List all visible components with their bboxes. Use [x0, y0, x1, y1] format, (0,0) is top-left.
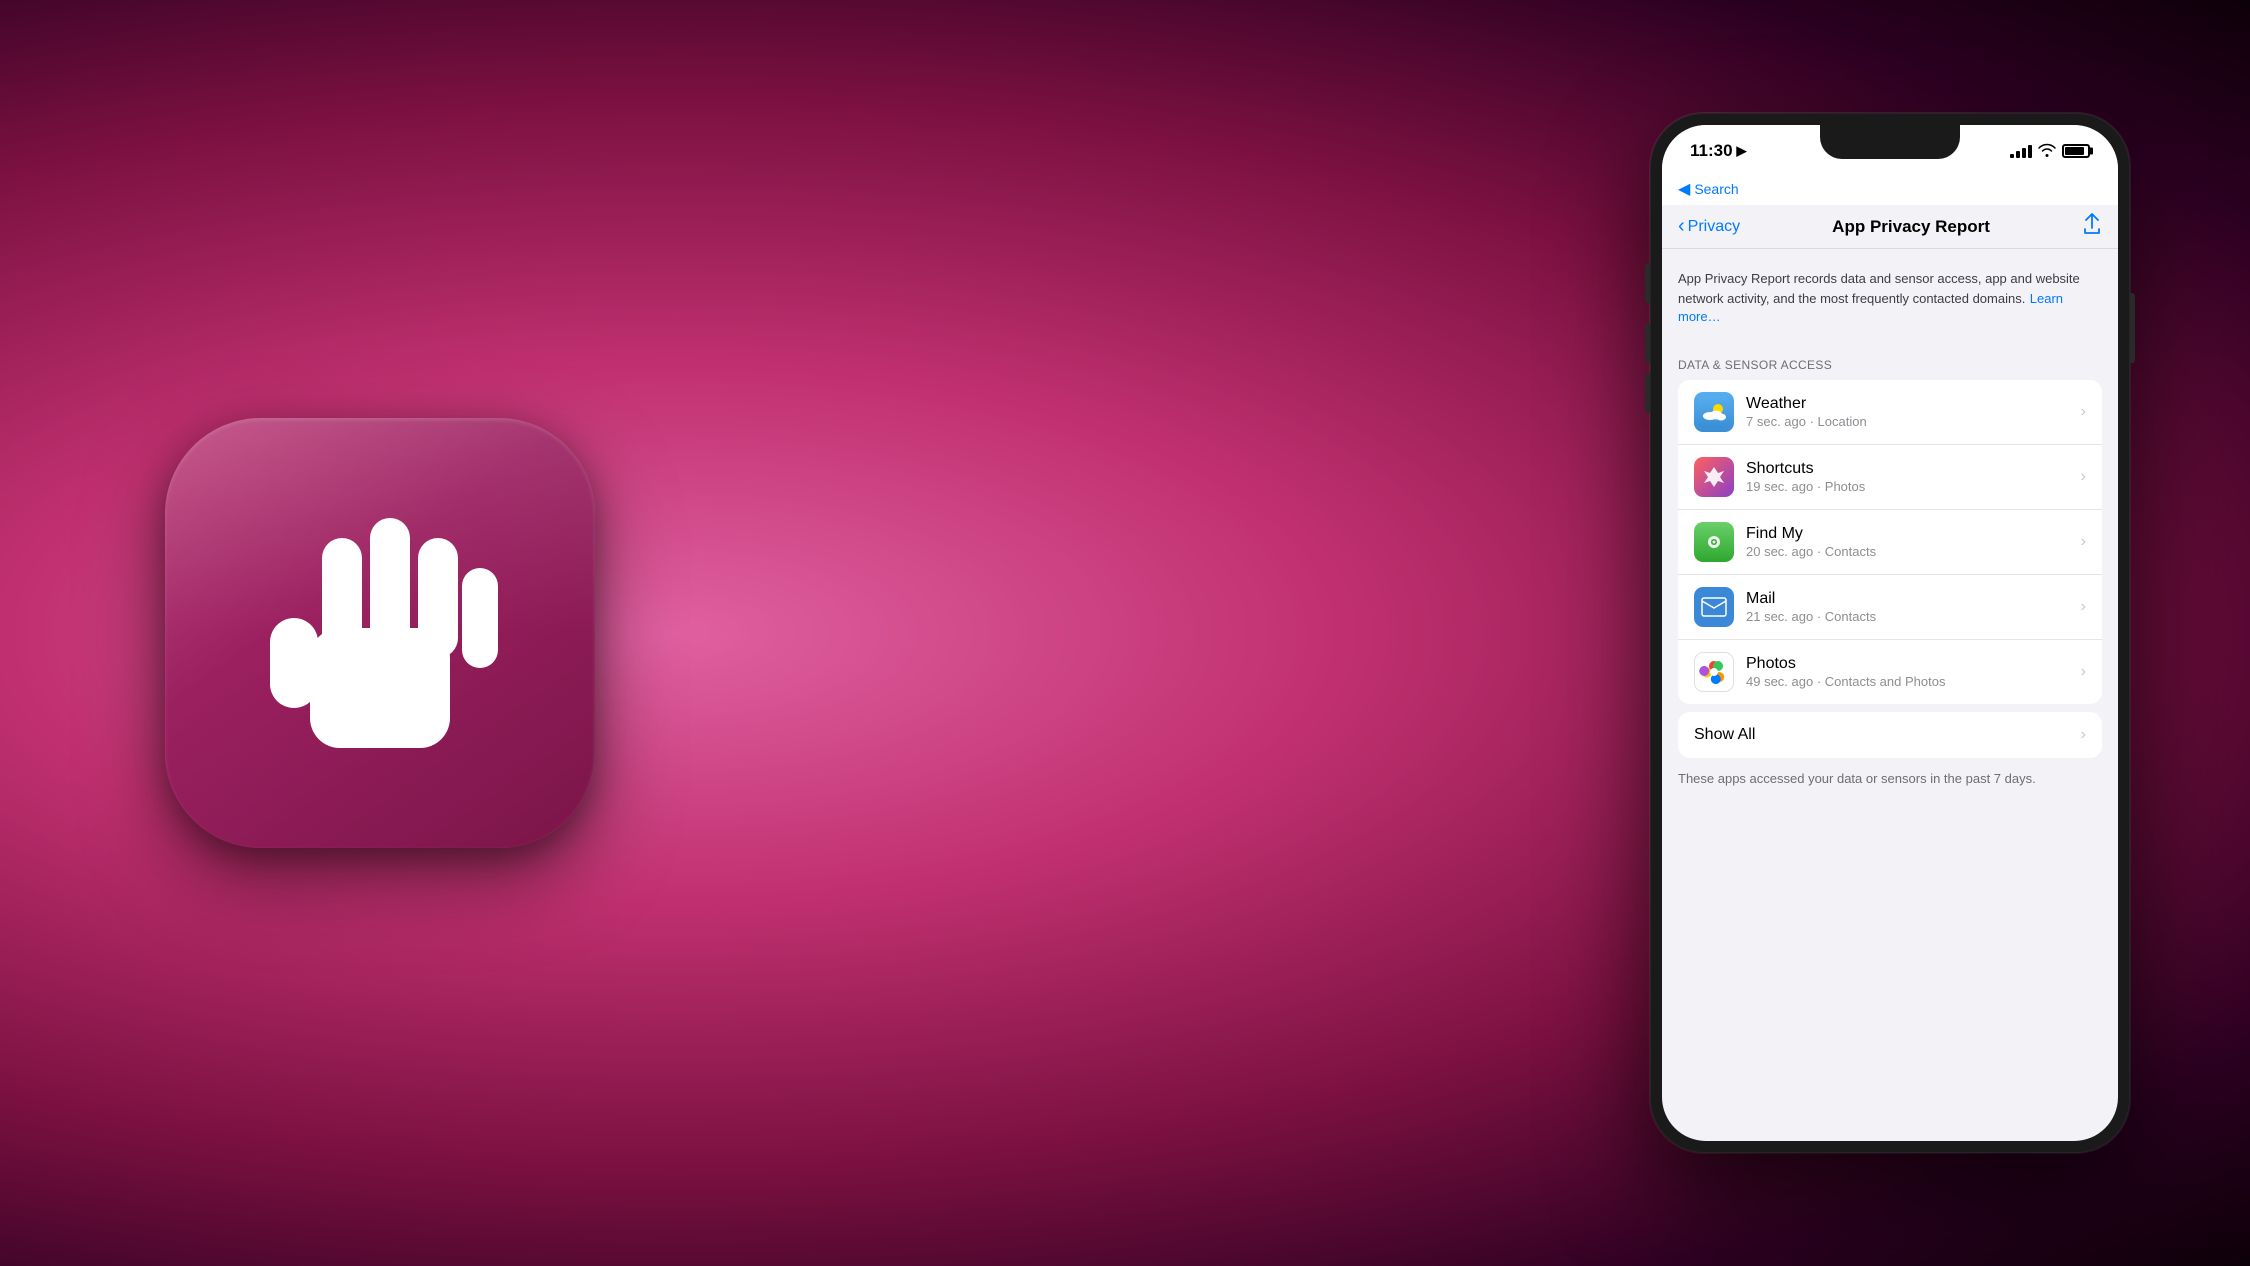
- item-detail: 19 sec. ago · Photos: [1746, 479, 2081, 494]
- list-item[interactable]: Shortcuts 19 sec. ago · Photos ›: [1678, 445, 2102, 510]
- shortcuts-icon: [1700, 463, 1728, 491]
- item-detail: 20 sec. ago · Contacts: [1746, 544, 2081, 559]
- battery-icon: [2062, 144, 2090, 158]
- list-item[interactable]: Photos 49 sec. ago · Contacts and Photos…: [1678, 640, 2102, 704]
- content-area: App Privacy Report records data and sens…: [1662, 249, 2118, 800]
- signal-bars-icon: [2010, 144, 2032, 158]
- footer-text: These apps accessed your data or sensors…: [1662, 758, 2118, 800]
- findmy-icon: [1700, 528, 1728, 556]
- item-detail: 49 sec. ago · Contacts and Photos: [1746, 674, 2081, 689]
- back-arrow-icon: ◀: [1678, 179, 1690, 199]
- back-chevron-icon: ‹: [1678, 215, 1685, 238]
- item-name: Weather: [1746, 395, 2081, 413]
- weather-icon: [1698, 396, 1730, 428]
- share-icon: [2082, 213, 2102, 235]
- hand-icon: [250, 488, 510, 778]
- item-info: Photos 49 sec. ago · Contacts and Photos: [1746, 655, 2081, 689]
- chevron-icon: ›: [2081, 468, 2086, 486]
- signal-bar-4: [2028, 145, 2032, 158]
- left-section: [0, 0, 760, 1266]
- mail-app-icon: [1694, 587, 1734, 627]
- shortcuts-app-icon: [1694, 457, 1734, 497]
- section-header: DATA & SENSOR ACCESS: [1662, 342, 2118, 380]
- search-back-bar: ◀ Search: [1662, 177, 2118, 205]
- item-info: Shortcuts 19 sec. ago · Photos: [1746, 460, 2081, 494]
- show-all-chevron-icon: ›: [2081, 726, 2086, 744]
- app-icon-wrapper: [165, 418, 595, 848]
- signal-bar-2: [2016, 151, 2020, 158]
- status-bar-time: 11:30 ▶: [1690, 141, 1747, 161]
- weather-app-icon: [1694, 392, 1734, 432]
- show-all-row[interactable]: Show All ›: [1678, 712, 2102, 758]
- signal-bar-1: [2010, 154, 2014, 158]
- item-info: Mail 21 sec. ago · Contacts: [1746, 590, 2081, 624]
- item-info: Find My 20 sec. ago · Contacts: [1746, 525, 2081, 559]
- battery-fill: [2065, 147, 2084, 155]
- item-name: Find My: [1746, 525, 2081, 543]
- phone-screen: 11:30 ▶: [1662, 125, 2118, 1141]
- chevron-icon: ›: [2081, 663, 2086, 681]
- item-name: Mail: [1746, 590, 2081, 608]
- share-button[interactable]: [2082, 213, 2102, 241]
- list-item[interactable]: Weather 7 sec. ago · Location ›: [1678, 380, 2102, 445]
- photos-icon: [1696, 654, 1732, 690]
- item-name: Photos: [1746, 655, 2081, 673]
- list-item[interactable]: Find My 20 sec. ago · Contacts ›: [1678, 510, 2102, 575]
- signal-bar-3: [2022, 148, 2026, 158]
- page-title: App Privacy Report: [1832, 217, 1990, 237]
- back-button-label: Privacy: [1688, 218, 1740, 236]
- phone-section: 11:30 ▶: [1650, 113, 2170, 1153]
- item-detail: 21 sec. ago · Contacts: [1746, 609, 2081, 624]
- app-list: Weather 7 sec. ago · Location ›: [1678, 380, 2102, 704]
- mail-icon: [1701, 597, 1727, 617]
- chevron-icon: ›: [2081, 533, 2086, 551]
- photos-app-icon: [1694, 652, 1734, 692]
- phone-frame: 11:30 ▶: [1650, 113, 2130, 1153]
- wifi-icon: [2038, 143, 2056, 160]
- time-display: 11:30: [1690, 141, 1733, 161]
- search-back-label[interactable]: Search: [1694, 181, 1738, 197]
- chevron-icon: ›: [2081, 598, 2086, 616]
- findmy-app-icon: [1694, 522, 1734, 562]
- status-bar-icons: [2010, 143, 2090, 160]
- notch: [1820, 125, 1960, 159]
- navigation-bar: ‹ Privacy App Privacy Report: [1662, 205, 2118, 249]
- app-icon: [165, 418, 595, 848]
- location-arrow: ▶: [1737, 143, 1747, 159]
- list-item[interactable]: Mail 21 sec. ago · Contacts ›: [1678, 575, 2102, 640]
- item-name: Shortcuts: [1746, 460, 2081, 478]
- back-button[interactable]: ‹ Privacy: [1678, 215, 1740, 238]
- item-detail: 7 sec. ago · Location: [1746, 414, 2081, 429]
- show-all-label: Show All: [1694, 726, 2081, 744]
- description-section: App Privacy Report records data and sens…: [1662, 249, 2118, 342]
- item-info: Weather 7 sec. ago · Location: [1746, 395, 2081, 429]
- chevron-icon: ›: [2081, 403, 2086, 421]
- description-text: App Privacy Report records data and sens…: [1678, 271, 2080, 306]
